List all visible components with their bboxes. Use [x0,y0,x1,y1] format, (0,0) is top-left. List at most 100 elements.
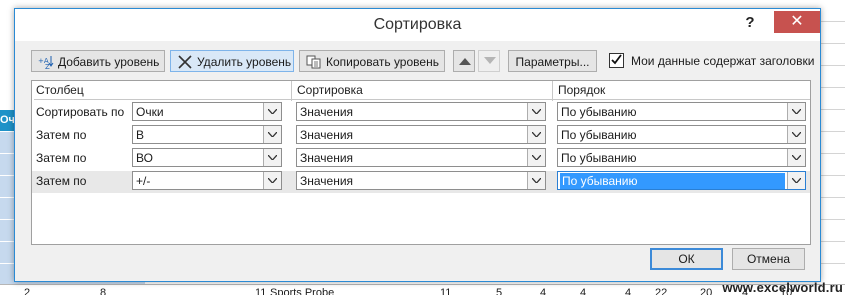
dropdown-button[interactable] [527,126,545,143]
level-label: Затем по [36,151,87,165]
cancel-button[interactable]: Отмена [732,248,805,270]
options-label: Параметры... [515,55,590,69]
move-up-button[interactable] [453,50,475,72]
column-select[interactable]: +/- [132,171,282,190]
copy-icon [306,54,322,69]
copy-level-button[interactable]: Копировать уровень [299,50,445,72]
order-header: Порядок [558,83,606,97]
sort-toolbar: +A Z Добавить уровень Удалить уровень Коп… [31,50,814,74]
dialog-title: Сортировка [373,16,462,33]
chevron-down-icon [268,132,277,137]
chevron-down-icon [532,109,541,114]
headers-checkbox-wrap[interactable]: Мои данные содержат заголовки [609,53,814,68]
column-select[interactable]: ВО [132,148,282,167]
order-select-value: По убыванию [561,128,637,142]
column-header: Столбец [36,83,84,97]
delete-x-icon [177,54,193,69]
column-select[interactable]: В [132,125,282,144]
chevron-down-icon [532,178,541,183]
sheet-cell: 4 [580,287,587,295]
sheet-cell: 5 [496,287,503,295]
close-button[interactable]: ✕ [774,11,820,33]
copy-level-label: Копировать уровень [326,55,439,69]
dropdown-button[interactable] [263,126,281,143]
column-select-value: ВО [136,151,153,165]
dropdown-button[interactable] [787,149,805,166]
chevron-down-icon [268,178,277,183]
sort-level-row[interactable]: Затем по В Значения По убыванию [32,125,810,147]
dropdown-button[interactable] [787,172,805,189]
dropdown-button[interactable] [527,149,545,166]
header-divider [291,81,292,101]
dropdown-button[interactable] [787,103,805,120]
help-button[interactable]: ? [740,12,760,34]
header-underline [34,99,810,100]
headers-checkbox-label: Мои данные содержат заголовки [631,54,815,68]
arrow-up-icon [459,58,471,65]
dropdown-button[interactable] [787,126,805,143]
sort-on-select-value: Значения [300,105,354,119]
checkmark-icon [611,54,622,65]
sort-level-row[interactable]: Затем по ВО Значения По убыванию [32,148,810,170]
chevron-down-icon [268,109,277,114]
arrow-down-icon [484,57,496,64]
watermark: www.excelworld.ru [722,280,843,295]
dropdown-button[interactable] [263,149,281,166]
order-select-value: По убыванию [560,173,785,189]
chevron-down-icon [792,132,801,137]
order-select-value: По убыванию [561,151,637,165]
add-level-label: Добавить уровень [58,55,160,69]
chevron-down-icon [792,178,801,183]
sort-on-select[interactable]: Значения [296,171,546,190]
column-select-value: Очки [136,105,164,119]
sheet-cell: 8 [100,287,107,295]
column-select-value: +/- [136,174,151,188]
ok-button[interactable]: ОК [650,248,723,270]
level-label: Затем по [36,128,87,142]
options-button[interactable]: Параметры... [508,50,597,72]
level-label: Сортировать по [36,105,125,119]
sort-on-select[interactable]: Значения [296,125,546,144]
dropdown-button[interactable] [263,172,281,189]
order-select[interactable]: По убыванию [557,148,806,167]
delete-level-button[interactable]: Удалить уровень [170,50,294,72]
sheet-cell: Sports Probe [270,287,335,295]
sort-on-select[interactable]: Значения [296,102,546,121]
sheet-cell: 4 [625,287,632,295]
chevron-down-icon [532,155,541,160]
sheet-cell: 2 [24,287,31,295]
sort-on-select-value: Значения [300,151,354,165]
move-down-button[interactable] [478,50,500,72]
add-level-icon: +A Z [38,54,54,71]
chevron-down-icon [792,109,801,114]
sort-dialog: Сортировка ? ✕ +A Z Добавить уровень Удал… [14,8,821,282]
sort-level-row[interactable]: Сортировать по Очки Значения По убыванию [32,102,810,124]
order-select[interactable]: По убыванию [557,125,806,144]
dropdown-button[interactable] [263,103,281,120]
sort-levels-panel: Столбец Сортировка Порядок Сортировать п… [31,80,811,245]
order-select[interactable]: По убыванию [557,102,806,121]
order-select[interactable]: По убыванию [557,171,806,190]
delete-level-label: Удалить уровень [197,55,292,69]
sort-on-header: Сортировка [297,83,363,97]
sheet-cell: 4 [540,287,547,295]
column-select-value: В [136,128,145,142]
sheet-cell: 11 [440,287,452,295]
sort-on-select-value: Значения [300,128,354,142]
column-select[interactable]: Очки [132,102,282,121]
headers-checkbox[interactable] [609,53,624,68]
dropdown-button[interactable] [527,172,545,189]
sort-on-select-value: Значения [300,174,354,188]
dialog-titlebar[interactable]: Сортировка ? ✕ [15,9,820,41]
sheet-cell: 20 [700,287,713,295]
sort-on-select[interactable]: Значения [296,148,546,167]
sheet-cell: 22 [655,287,668,295]
chevron-down-icon [792,155,801,160]
dropdown-button[interactable] [527,103,545,120]
chevron-down-icon [532,132,541,137]
sheet-bottom-row: 2 8 11 Sports Probe 11 5 4 4 4 22 20 4 1… [0,284,845,295]
order-select-value: По убыванию [561,105,637,119]
header-divider [552,81,553,101]
sort-level-row-selected[interactable]: Затем по +/- Значения По убыванию [32,171,810,193]
add-level-button[interactable]: +A Z Добавить уровень [31,50,165,72]
